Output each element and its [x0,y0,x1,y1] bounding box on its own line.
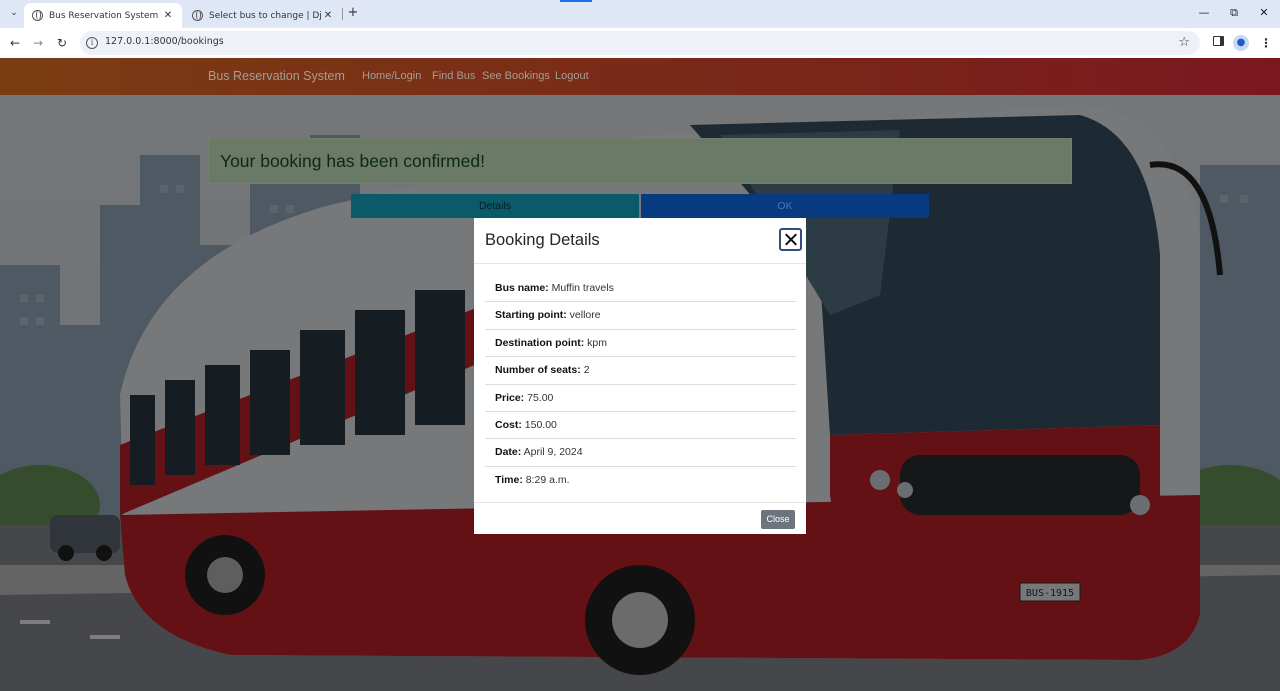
detail-label: Price: [495,391,525,404]
url-text: 127.0.0.1:8000/bookings [105,36,224,47]
globe-icon [32,10,43,21]
detail-bus-name: Bus name: Muffin travels [485,275,796,303]
globe-icon [192,10,203,21]
detail-cost: Cost: 150.00 [485,412,796,440]
detail-value: 2 [583,364,590,377]
nav-link-logout[interactable]: Logout [555,70,589,82]
address-bar[interactable]: i 127.0.0.1:8000/bookings ☆ [80,31,1200,55]
window-close-icon[interactable]: ✕ [1254,5,1274,21]
forward-icon[interactable]: → [30,35,46,51]
close-tab-icon[interactable]: ✕ [162,10,174,21]
back-icon[interactable]: ← [7,35,23,51]
detail-label: Destination point: [495,336,585,349]
tab-title: Bus Reservation System in Djan [49,10,162,21]
detail-label: Cost: [495,418,522,431]
nav-link-find-bus[interactable]: Find Bus [432,70,475,82]
booking-confirmation-alert: Your booking has been confirmed! [208,138,1072,184]
site-info-icon[interactable]: i [86,37,98,49]
new-tab-icon[interactable]: + [346,5,360,21]
detail-value: Muffin travels [551,282,614,294]
detail-time: Time: 8:29 a.m. [485,467,796,494]
alert-message: Your booking has been confirmed! [220,151,485,171]
ok-button[interactable]: OK [641,194,929,218]
detail-value: vellore [569,309,601,322]
detail-destination-point: Destination point: kpm [485,330,796,358]
close-icon[interactable] [779,228,802,251]
tab-title: Select bus to change | Django s [209,10,322,21]
detail-label: Date: [495,446,522,459]
browser-tab-strip: ⌄ Bus Reservation System in Djan ✕ Selec… [0,0,1280,28]
detail-value: kpm [587,336,608,349]
modal-title: Booking Details [485,231,600,249]
booking-details-modal: Booking Details Bus name: Muffin travels… [474,218,806,534]
profile-avatar-icon[interactable]: ● [1233,35,1249,51]
modal-footer: Close [474,502,806,534]
nav-link-home-login[interactable]: Home/Login [362,70,421,82]
minimize-icon[interactable]: — [1194,5,1214,21]
detail-value: 8:29 a.m. [525,473,570,486]
tab-divider [342,8,343,20]
nav-link-see-bookings[interactable]: See Bookings [482,70,550,82]
modal-header: Booking Details [474,218,806,264]
browser-toolbar: ← → ↻ i 127.0.0.1:8000/bookings ☆ ● ⋮ [0,28,1280,58]
browser-tab[interactable]: Select bus to change | Django s ✕ [184,3,342,28]
detail-label: Number of seats: [495,364,581,377]
detail-starting-point: Starting point: vellore [485,302,796,330]
detail-value: April 9, 2024 [523,446,583,459]
restore-icon[interactable]: ⧉ [1224,5,1244,21]
tab-strip-indicator [560,0,592,2]
side-panel-icon[interactable] [1210,35,1226,51]
detail-date: Date: April 9, 2024 [485,439,796,467]
bookmark-star-icon[interactable]: ☆ [1178,35,1190,50]
tab-search-chevron-icon[interactable]: ⌄ [6,5,22,21]
detail-value: 75.00 [527,391,554,404]
booking-details-list: Bus name: Muffin travels Starting point:… [485,275,796,494]
reload-icon[interactable]: ↻ [54,35,70,51]
detail-number-of-seats: Number of seats: 2 [485,357,796,385]
detail-price: Price: 75.00 [485,385,796,412]
browser-tab-active[interactable]: Bus Reservation System in Djan ✕ [24,3,182,28]
close-tab-icon[interactable]: ✕ [322,10,334,21]
close-button[interactable]: Close [761,510,795,529]
site-navbar: Bus Reservation System Home/Login Find B… [0,58,1280,95]
navbar-brand[interactable]: Bus Reservation System [208,69,345,83]
detail-label: Starting point: [495,309,567,322]
detail-label: Bus name: [495,282,549,294]
detail-value: 150.00 [524,418,557,431]
detail-label: Time: [495,473,523,486]
details-button[interactable]: Details [351,194,639,218]
kebab-menu-icon[interactable]: ⋮ [1258,35,1274,51]
web-page: Bus Reservation System Home/Login Find B… [0,58,1280,691]
